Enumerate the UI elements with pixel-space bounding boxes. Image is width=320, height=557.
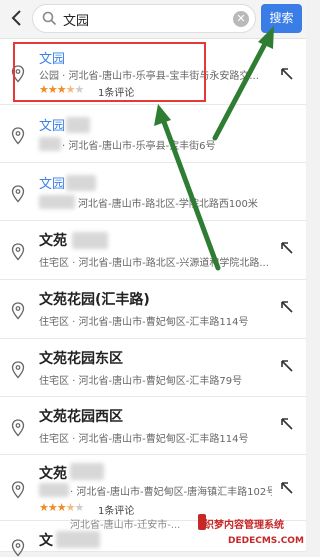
annotation-arrows [154,26,274,271]
watermark: 织梦内容管理系统 DEDECMS.COM [198,514,306,552]
arrow-to-search-button-icon [212,26,274,141]
watermark-text: 织梦内容管理系统 [204,520,284,531]
arrow-to-first-result-icon [154,104,221,271]
watermark-subtext: DEDECMS.COM [228,536,304,546]
